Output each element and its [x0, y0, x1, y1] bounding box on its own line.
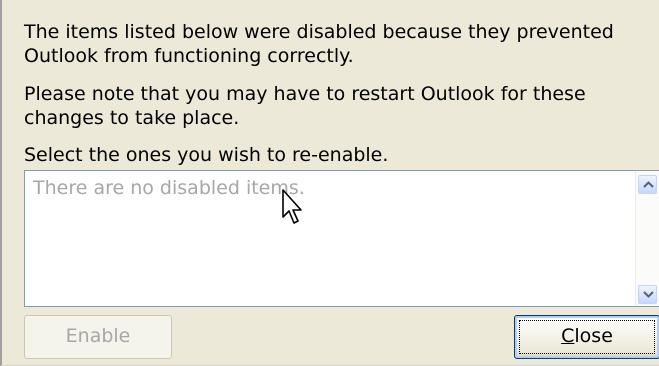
restart-note-text: Please note that you may have to restart…	[24, 83, 586, 129]
chevron-up-icon	[643, 181, 654, 188]
close-button[interactable]: Close	[514, 315, 659, 359]
enable-button-label: Enable	[65, 325, 131, 347]
disabled-items-list[interactable]: There are no disabled items.	[24, 170, 659, 307]
disabled-reason-text: The items listed below were disabled bec…	[24, 21, 614, 67]
select-instruction-text: Select the ones you wish to re-enable.	[24, 144, 389, 166]
empty-list-text: There are no disabled items.	[33, 177, 305, 199]
scroll-down-button[interactable]	[638, 285, 657, 304]
chevron-down-icon	[643, 291, 654, 298]
disabled-items-dialog: The items listed below were disabled bec…	[0, 0, 659, 366]
list-scrollbar[interactable]	[635, 171, 659, 306]
scroll-up-button[interactable]	[638, 175, 657, 194]
focus-rectangle	[519, 320, 655, 354]
mouse-pointer-icon	[282, 189, 302, 224]
enable-button[interactable]: Enable	[24, 315, 172, 359]
